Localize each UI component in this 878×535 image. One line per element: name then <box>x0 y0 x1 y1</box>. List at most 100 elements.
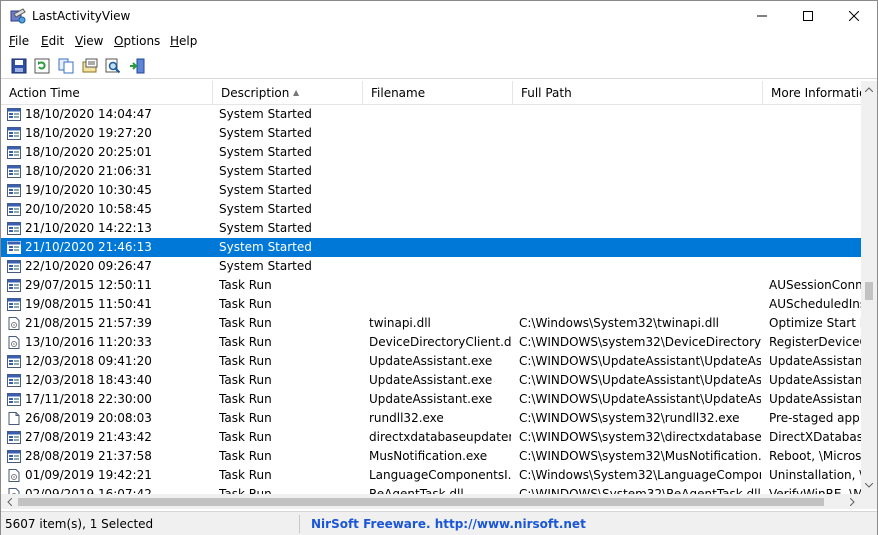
column-header-full-path[interactable]: Full Path <box>513 81 763 105</box>
window-icon <box>7 241 21 254</box>
find-button[interactable] <box>103 56 123 76</box>
description-cell: System Started <box>219 145 312 159</box>
table-row[interactable]: 27/08/2019 21:43:42 Task Run directxdataba… <box>1 428 861 447</box>
maximize-icon <box>803 11 813 21</box>
table-row[interactable]: 19/10/2020 10:30:45 System Started <box>1 181 861 200</box>
exit-icon <box>130 58 145 74</box>
save-icon <box>11 58 27 74</box>
description-cell: System Started <box>219 240 312 254</box>
description-cell: Task Run <box>219 411 272 425</box>
filename-cell <box>369 276 511 295</box>
window-icon <box>7 184 21 197</box>
window-icon <box>7 298 21 311</box>
list-rows: 18/10/2020 14:04:47 System Started 18/10/2… <box>1 105 861 495</box>
scrollbar-corner <box>861 494 877 509</box>
nirsoft-link[interactable]: NirSoft Freeware. http://www.nirsoft.net <box>311 517 586 531</box>
close-button[interactable] <box>831 1 877 31</box>
menu-file[interactable]: File <box>9 34 29 48</box>
dll-icon <box>8 336 20 349</box>
column-header-action-time[interactable]: Action Time <box>1 81 213 105</box>
copy-button[interactable] <box>56 56 76 76</box>
table-row[interactable]: 18/10/2020 20:25:01 System Started <box>1 143 861 162</box>
table-row[interactable]: 18/10/2020 14:04:47 System Started <box>1 105 861 124</box>
menu-edit[interactable]: Edit <box>41 34 64 48</box>
window-icon <box>7 355 21 368</box>
exit-button[interactable] <box>127 56 147 76</box>
window-icon <box>7 279 21 292</box>
horizontal-scroll-thumb[interactable] <box>18 498 824 506</box>
more-information-cell: RegisterDeviceC <box>769 335 861 349</box>
find-icon <box>105 58 121 74</box>
table-row[interactable]: 18/10/2020 21:06:31 System Started <box>1 162 861 181</box>
status-bar: 5607 item(s), 1 Selected NirSoft Freewar… <box>1 511 877 535</box>
title-bar[interactable]: LastActivityView <box>1 1 877 31</box>
filename-cell: UpdateAssistant.exe <box>369 354 493 368</box>
table-row[interactable]: 12/03/2018 18:43:40 Task Run UpdateAssista… <box>1 371 861 390</box>
window-title: LastActivityView <box>32 9 131 23</box>
more-information-cell: DirectXDatabaseU <box>769 430 861 444</box>
menu-options[interactable]: Options <box>114 34 160 48</box>
action-time-cell: 12/03/2018 18:43:40 <box>25 373 152 387</box>
description-cell: System Started <box>219 202 312 216</box>
scroll-down-arrow[interactable] <box>861 477 877 494</box>
full-path-cell <box>519 219 761 238</box>
horizontal-scrollbar[interactable] <box>1 494 861 509</box>
description-cell: Task Run <box>219 278 272 292</box>
table-row[interactable]: 26/08/2019 20:08:03 Task Run rundll32.exe C… <box>1 409 861 428</box>
action-time-cell: 21/08/2015 21:57:39 <box>25 316 152 330</box>
vertical-scrollbar[interactable] <box>861 81 877 494</box>
full-path-cell: C:\WINDOWS\system32\rundll32.exe <box>519 411 740 425</box>
activity-list[interactable]: Action Time Description ▲ Filename Full … <box>1 81 877 509</box>
action-time-cell: 18/10/2020 14:04:47 <box>25 107 152 121</box>
filename-cell: MusNotification.exe <box>369 449 488 463</box>
table-row[interactable]: 28/08/2019 21:37:58 Task Run MusNotificati… <box>1 447 861 466</box>
description-cell: System Started <box>219 259 312 273</box>
full-path-cell <box>519 238 761 257</box>
table-row[interactable]: 17/11/2018 22:30:00 Task Run UpdateAssista… <box>1 390 861 409</box>
minimize-icon <box>757 15 767 17</box>
table-row[interactable]: 19/08/2015 11:50:41 Task Run AUScheduledIn… <box>1 295 861 314</box>
table-row[interactable]: 12/03/2018 09:41:20 Task Run UpdateAssista… <box>1 352 861 371</box>
window-icon <box>7 450 21 463</box>
file-icon <box>8 412 20 425</box>
more-information-cell <box>769 219 861 238</box>
column-header-description[interactable]: Description ▲ <box>213 81 363 105</box>
list-header: Action Time Description ▲ Filename Full … <box>1 81 861 105</box>
action-time-cell: 19/10/2020 10:30:45 <box>25 183 152 197</box>
table-row[interactable]: 22/10/2020 09:26:47 System Started <box>1 257 861 276</box>
maximize-button[interactable] <box>785 1 831 31</box>
app-window: LastActivityView File Edit View Options … <box>0 0 878 535</box>
window-icon <box>7 146 21 159</box>
table-row[interactable]: 18/10/2020 19:27:20 System Started <box>1 124 861 143</box>
chevron-right-icon <box>850 498 855 506</box>
minimize-button[interactable] <box>739 1 785 31</box>
full-path-cell <box>519 105 761 124</box>
refresh-button[interactable] <box>32 56 52 76</box>
action-time-cell: 17/11/2018 22:30:00 <box>25 392 152 406</box>
column-header-more-information[interactable]: More Information <box>763 81 861 105</box>
table-row[interactable]: 21/08/2015 21:57:39 Task Run twinapi.dll C:… <box>1 314 861 333</box>
column-header-filename[interactable]: Filename <box>363 81 513 105</box>
menu-help[interactable]: Help <box>170 34 197 48</box>
table-row[interactable]: 01/09/2019 19:42:21 Task Run LanguageCompo… <box>1 466 861 485</box>
table-row[interactable]: 21/10/2020 21:46:13 System Started <box>1 238 861 257</box>
properties-button[interactable] <box>80 56 100 76</box>
table-row[interactable]: 13/10/2016 11:20:33 Task Run DeviceDirecto… <box>1 333 861 352</box>
filename-cell <box>369 200 511 219</box>
action-time-cell: 21/10/2020 21:46:13 <box>25 240 152 254</box>
table-row[interactable]: 29/07/2015 12:50:11 Task Run AUSessionConn… <box>1 276 861 295</box>
more-information-cell <box>769 200 861 219</box>
table-row[interactable]: 21/10/2020 14:22:13 System Started <box>1 219 861 238</box>
scroll-left-arrow[interactable] <box>1 494 18 509</box>
menu-view[interactable]: View <box>75 34 103 48</box>
save-button[interactable] <box>9 56 29 76</box>
scroll-right-arrow[interactable] <box>844 494 861 509</box>
action-time-cell: 28/08/2019 21:37:58 <box>25 449 152 463</box>
action-time-cell: 19/08/2015 11:50:41 <box>25 297 152 311</box>
vertical-scroll-thumb[interactable] <box>865 282 873 300</box>
more-information-cell <box>769 105 861 124</box>
table-row[interactable]: 20/10/2020 10:58:45 System Started <box>1 200 861 219</box>
app-icon <box>10 8 26 24</box>
scroll-up-arrow[interactable] <box>861 81 877 98</box>
filename-cell <box>369 238 511 257</box>
